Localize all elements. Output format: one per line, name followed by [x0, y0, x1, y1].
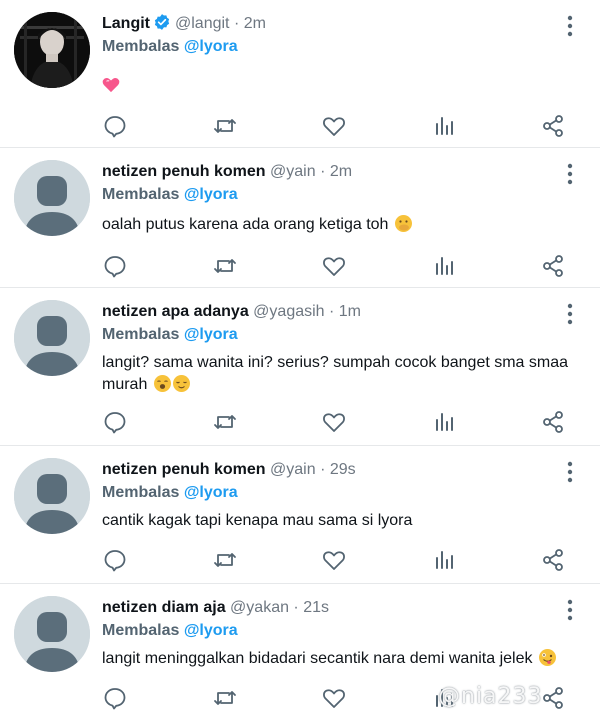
tweet-text: langit meninggalkan bidadari secantik na…: [102, 648, 582, 670]
replying-to: Membalas @lyora: [102, 324, 238, 346]
tweet-text: cantik kagak tapi kenapa mau sama si lyo…: [102, 510, 582, 532]
tweet-header: Langit @langit · 2m: [102, 13, 266, 38]
timestamp[interactable]: 21s: [303, 599, 329, 616]
display-name[interactable]: netizen diam aja: [102, 599, 226, 616]
like-icon[interactable]: [321, 254, 347, 278]
more-options-icon[interactable]: [562, 14, 578, 38]
more-options-icon[interactable]: [562, 460, 578, 484]
face-with-hand-over-mouth-emoji: [394, 215, 412, 232]
tweet-header: netizen diam aja @yakan · 21s: [102, 597, 329, 619]
like-icon[interactable]: [321, 114, 347, 138]
reply-mention-link[interactable]: @lyora: [184, 186, 238, 203]
tweet[interactable]: netizen apa adanya @yagasih · 1m Membala…: [0, 288, 600, 446]
avatar[interactable]: [14, 12, 90, 88]
share-icon[interactable]: [540, 410, 566, 434]
separator: ·: [315, 163, 330, 180]
retweet-icon[interactable]: [212, 254, 238, 278]
tweet-actions: [102, 548, 572, 572]
tweet-text-content: langit meninggalkan bidadari secantik na…: [102, 650, 533, 667]
share-icon[interactable]: [540, 254, 566, 278]
retweet-icon[interactable]: [212, 686, 238, 710]
tweet-actions: [102, 114, 572, 138]
replying-to: Membalas @lyora: [102, 36, 238, 58]
tweet-text: oalah putus karena ada orang ketiga toh: [102, 214, 582, 236]
reply-mention-link[interactable]: @lyora: [184, 326, 238, 343]
avatar[interactable]: [14, 596, 90, 672]
reply-icon[interactable]: [102, 114, 128, 138]
separator: ·: [315, 461, 330, 478]
reply-prefix: Membalas: [102, 326, 180, 343]
reply-mention-link[interactable]: @lyora: [184, 622, 238, 639]
views-icon[interactable]: [431, 548, 457, 572]
user-handle[interactable]: @langit: [175, 15, 230, 32]
reply-prefix: Membalas: [102, 484, 180, 501]
tweet-header: netizen penuh komen @yain · 2m: [102, 161, 352, 183]
reply-icon[interactable]: [102, 254, 128, 278]
reply-icon[interactable]: [102, 410, 128, 434]
user-handle[interactable]: @yain: [270, 461, 316, 478]
like-icon[interactable]: [321, 686, 347, 710]
like-icon[interactable]: [321, 548, 347, 572]
timestamp[interactable]: 2m: [330, 163, 352, 180]
more-options-icon[interactable]: [562, 598, 578, 622]
watermark: @nia233: [438, 684, 543, 709]
tweet-text: [102, 76, 582, 100]
relieved-face-emoji: [172, 375, 190, 392]
more-options-icon[interactable]: [562, 162, 578, 186]
pink-heart-emoji: [102, 77, 120, 100]
replying-to: Membalas @lyora: [102, 620, 238, 642]
tweet-text: langit? sama wanita ini? serius? sumpah …: [102, 352, 582, 396]
timestamp[interactable]: 1m: [339, 303, 361, 320]
reply-mention-link[interactable]: @lyora: [184, 484, 238, 501]
separator: ·: [324, 303, 339, 320]
reply-prefix: Membalas: [102, 38, 180, 55]
views-icon[interactable]: [431, 114, 457, 138]
retweet-icon[interactable]: [212, 410, 238, 434]
tweet[interactable]: netizen penuh komen @yain · 29s Membalas…: [0, 446, 600, 584]
reply-prefix: Membalas: [102, 186, 180, 203]
user-handle[interactable]: @yain: [270, 163, 316, 180]
tweet-header: netizen apa adanya @yagasih · 1m: [102, 301, 361, 323]
share-icon[interactable]: [540, 686, 566, 710]
display-name[interactable]: netizen penuh komen: [102, 461, 266, 478]
share-icon[interactable]: [540, 114, 566, 138]
timestamp[interactable]: 2m: [244, 15, 266, 32]
separator: ·: [229, 15, 244, 32]
reply-icon[interactable]: [102, 686, 128, 710]
more-options-icon[interactable]: [562, 302, 578, 326]
tweet-actions: [102, 410, 572, 434]
avatar[interactable]: [14, 300, 90, 376]
tweet-text-content: oalah putus karena ada orang ketiga toh: [102, 216, 389, 233]
display-name[interactable]: netizen penuh komen: [102, 163, 266, 180]
replying-to: Membalas @lyora: [102, 184, 238, 206]
views-icon[interactable]: [431, 410, 457, 434]
display-name[interactable]: Langit: [102, 15, 150, 32]
separator: ·: [288, 599, 304, 616]
tweet-actions: [102, 254, 572, 278]
replying-to: Membalas @lyora: [102, 482, 238, 504]
display-name[interactable]: netizen apa adanya: [102, 303, 249, 320]
retweet-icon[interactable]: [212, 114, 238, 138]
like-icon[interactable]: [321, 410, 347, 434]
views-icon[interactable]: [431, 254, 457, 278]
tweet-text-content: cantik kagak tapi kenapa mau sama si lyo…: [102, 512, 413, 529]
tweet[interactable]: netizen penuh komen @yain · 2m Membalas …: [0, 148, 600, 288]
reply-mention-link[interactable]: @lyora: [184, 38, 238, 55]
yawning-face-emoji: [153, 375, 171, 392]
zany-face-emoji: [538, 649, 556, 666]
tweet-header: netizen penuh komen @yain · 29s: [102, 459, 356, 481]
reply-prefix: Membalas: [102, 622, 180, 639]
reply-icon[interactable]: [102, 548, 128, 572]
avatar[interactable]: [14, 160, 90, 236]
timestamp[interactable]: 29s: [330, 461, 356, 478]
tweet[interactable]: Langit @langit · 2m Membalas @lyora: [0, 0, 600, 148]
avatar[interactable]: [14, 458, 90, 534]
verified-badge-icon: [153, 13, 171, 38]
retweet-icon[interactable]: [212, 548, 238, 572]
user-handle[interactable]: @yakan: [230, 599, 289, 616]
share-icon[interactable]: [540, 548, 566, 572]
user-handle[interactable]: @yagasih: [253, 303, 324, 320]
